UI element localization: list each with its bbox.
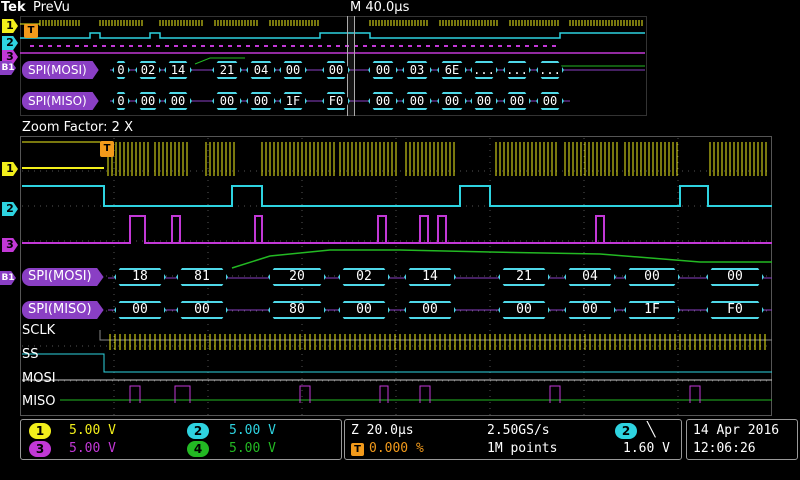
bus-packet: 21 [498,268,550,286]
bus-packet: 00 [114,301,166,319]
bus-packet: 00 [624,268,680,286]
bus-packet: 00 [564,301,616,319]
zoom-mosi-label: SPI(MOSI) [22,268,104,286]
status-bar: 1 5.00 V 2 5.00 V 3 5.00 V 4 5.00 V Z 20… [0,419,800,480]
horizontal-panel[interactable]: Z 20.0µs T 0.000 % 2.50GS/s 1M points 2 … [344,419,682,460]
bus-packet: F0 [706,301,764,319]
bus-packet: 80 [268,301,326,319]
digital-miso-label: MISO [22,394,56,409]
digital-sclk-label: SCLK [22,323,56,338]
bus-packet: 00 [706,268,764,286]
ch4-badge[interactable]: 4 [187,441,209,457]
ch2-scale: 5.00 V [229,423,276,438]
ch2-badge[interactable]: 2 [187,423,209,439]
ch1-badge[interactable]: 1 [29,423,51,439]
bus-packet: 04 [564,268,616,286]
ch4-scale: 5.00 V [229,441,276,456]
bus-packet: 00 [338,301,390,319]
zoom-traces [22,138,772,415]
zoom-miso-label: SPI(MISO) [22,301,104,319]
zoom-trigger-icon: T [100,141,114,157]
ch3-badge[interactable]: 3 [29,441,51,457]
bus-packet: 00 [498,301,550,319]
trigger-channel-badge[interactable]: 2 [615,423,637,439]
bus-packet: 81 [176,268,228,286]
bus-packet: 02 [338,268,390,286]
channel-scale-panel[interactable]: 1 5.00 V 2 5.00 V 3 5.00 V 4 5.00 V [20,419,342,460]
time: 12:06:26 [693,441,756,456]
record-length: 1M points [487,441,558,456]
bus-packet: 1F [624,301,680,319]
trigger-position: 0.000 % [369,441,424,456]
ch3-scale: 5.00 V [69,441,116,456]
datetime-panel: 14 Apr 2016 12:06:26 [686,419,798,460]
digital-ss-label: SS [22,347,39,362]
bus-packet: 18 [114,268,166,286]
falling-edge-icon: ╲ [647,422,656,438]
zoom-time-scale: Z 20.0µs [351,423,414,438]
bus-packet: 14 [404,268,456,286]
sample-rate: 2.50GS/s [487,423,550,438]
trigger-position-icon: T [351,443,364,456]
bus-packet: 00 [176,301,228,319]
digital-mosi-label: MOSI [22,371,56,386]
bus-packet: 20 [268,268,326,286]
date: 14 Apr 2016 [693,423,780,438]
ch1-scale: 5.00 V [69,423,116,438]
bus-packet: 00 [404,301,456,319]
trigger-level: 1.60 V [623,441,670,456]
